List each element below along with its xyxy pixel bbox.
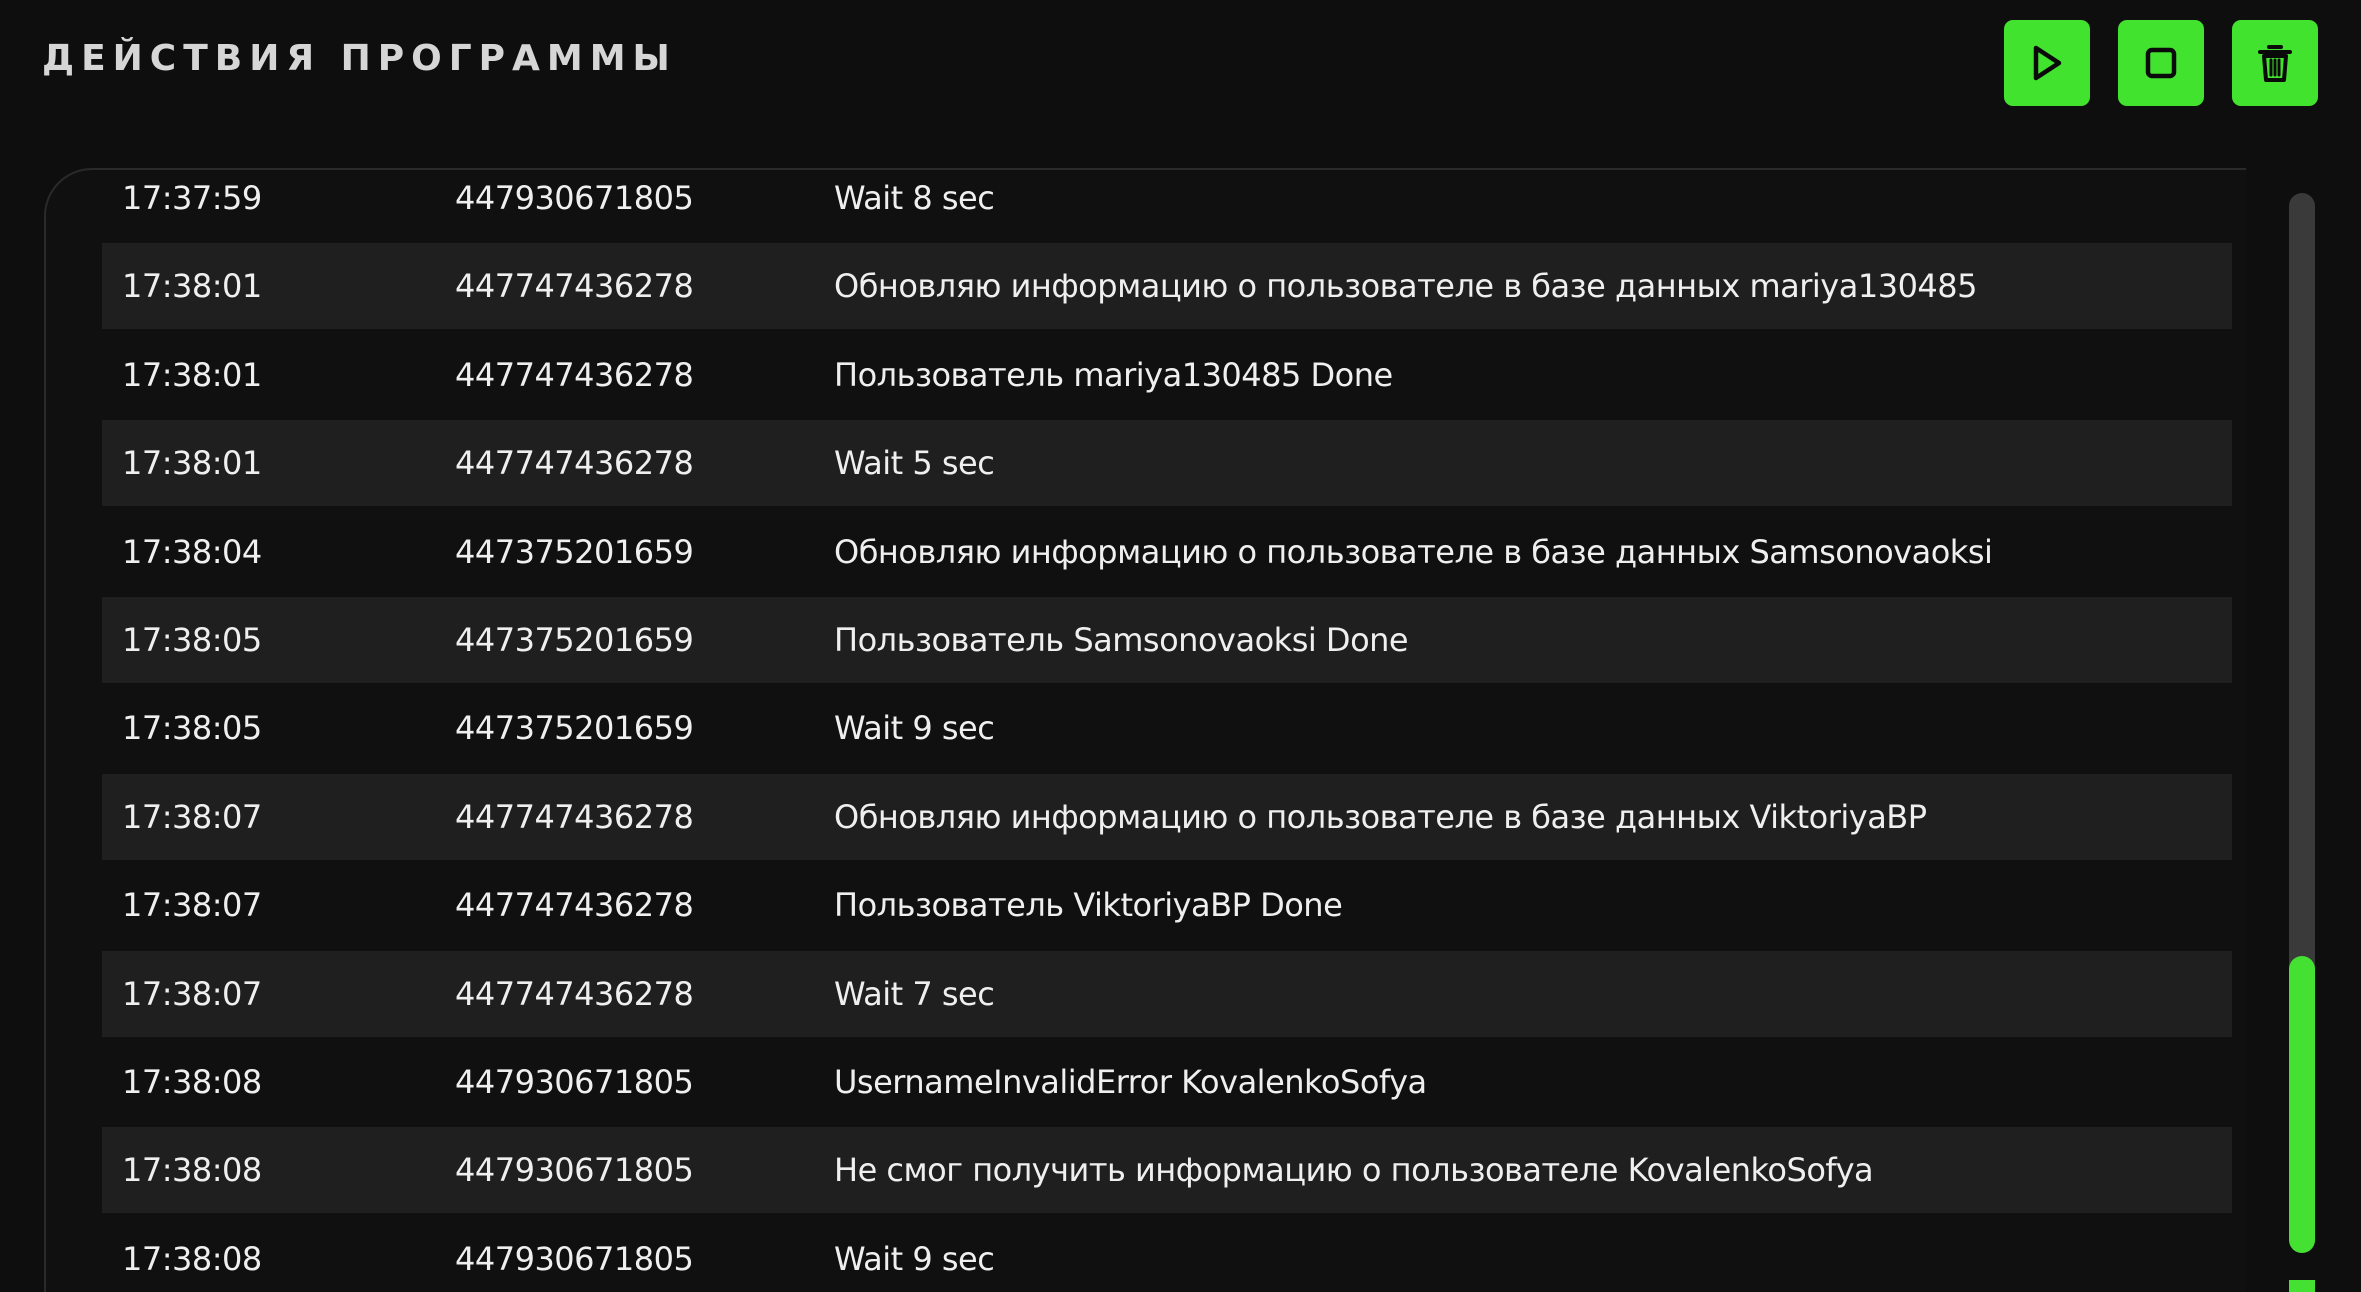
log-message: Wait 5 sec: [834, 444, 995, 483]
log-account-id: 447747436278: [455, 444, 694, 483]
log-message: Не смог получить информацию о пользовате…: [834, 1151, 1874, 1190]
log-time: 17:38:07: [122, 886, 262, 925]
clear-log-button[interactable]: [2232, 20, 2318, 106]
log-message: Wait 8 sec: [834, 179, 995, 217]
log-account-id: 447375201659: [455, 532, 694, 571]
log-message: Обновляю информацию о пользователе в баз…: [834, 267, 1978, 306]
program-actions-page: ДЕЙСТВИЯ ПРОГРАММЫ 17:37:59 447930671805 W…: [0, 0, 2361, 1292]
log-row: 17:38:07 447747436278 Пользователь Viktori…: [102, 862, 2232, 948]
log-row: 17:38:01 447747436278 Wait 5 sec: [102, 420, 2232, 507]
log-message: Wait 9 sec: [834, 709, 995, 748]
log-row: 17:38:08 447930671805 Не смог получить инф…: [102, 1127, 2232, 1214]
page-title: ДЕЙСТВИЯ ПРОГРАММЫ: [42, 38, 677, 79]
log-time: 17:38:01: [122, 267, 262, 306]
log-row: 17:38:05 447375201659 Пользователь Samsono…: [102, 596, 2232, 683]
log-row: 17:38:04 447375201659 Обновляю информацию …: [102, 509, 2232, 595]
log-account-id: 447747436278: [455, 797, 694, 836]
log-time: 17:38:05: [122, 709, 262, 748]
log-time: 17:38:07: [122, 797, 262, 836]
log-time: 17:38:05: [122, 620, 262, 659]
log-account-id: 447375201659: [455, 709, 694, 748]
log-row: 17:38:08 447930671805 UsernameInvalidError…: [102, 1039, 2232, 1125]
log-message: Обновляю информацию о пользователе в баз…: [834, 797, 1927, 836]
log-scrollbar[interactable]: [2289, 193, 2315, 1253]
stop-button[interactable]: [2118, 20, 2204, 106]
log-time: 17:38:08: [122, 1062, 262, 1101]
log-time: 17:38:01: [122, 444, 262, 483]
log-message: Пользователь ViktoriyaBP Done: [834, 886, 1343, 925]
play-icon: [2033, 45, 2062, 81]
log-account-id: 447747436278: [455, 355, 694, 394]
log-account-id: 447930671805: [455, 179, 694, 217]
log-time: 17:38:04: [122, 532, 262, 571]
log-account-id: 447747436278: [455, 886, 694, 925]
log-message: UsernameInvalidError KovalenkoSofya: [834, 1062, 1427, 1101]
log-time: 17:38:07: [122, 974, 262, 1013]
scrollbar-down-indicator[interactable]: [2289, 1280, 2315, 1292]
log-account-id: 447747436278: [455, 267, 694, 306]
log-message: Пользователь mariya130485 Done: [834, 355, 1393, 394]
log-account-id: 447375201659: [455, 620, 694, 659]
log-row: 17:38:08 447930671805 Wait 9 sec: [102, 1216, 2232, 1292]
toolbar: [2004, 20, 2318, 106]
log-row: 17:38:01 447747436278 Пользователь mariya1…: [102, 332, 2232, 418]
log-message: Обновляю информацию о пользователе в баз…: [834, 532, 1993, 571]
log-account-id: 447930671805: [455, 1062, 694, 1101]
log-message: Wait 9 sec: [834, 1239, 995, 1278]
log-list: 17:37:59 447930671805 Wait 8 sec 17:38:01 44…: [102, 155, 2232, 1292]
log-message: Пользователь Samsonovaoksi Done: [834, 620, 1409, 659]
log-time: 17:37:59: [122, 179, 262, 217]
trash-icon: [2258, 45, 2292, 82]
log-row: 17:38:07 447747436278 Wait 7 sec: [102, 950, 2232, 1037]
log-row: 17:38:05 447375201659 Wait 9 sec: [102, 685, 2232, 771]
stop-icon: [2145, 47, 2177, 79]
log-time: 17:38:08: [122, 1151, 262, 1190]
log-account-id: 447747436278: [455, 974, 694, 1013]
scrollbar-thumb[interactable]: [2289, 956, 2315, 1253]
log-account-id: 447930671805: [455, 1151, 694, 1190]
log-time: 17:38:01: [122, 355, 262, 394]
log-row: 17:38:07 447747436278 Обновляю информацию …: [102, 773, 2232, 860]
log-row: 17:38:01 447747436278 Обновляю информацию …: [102, 243, 2232, 330]
log-message: Wait 7 sec: [834, 974, 995, 1013]
log-account-id: 447930671805: [455, 1239, 694, 1278]
log-time: 17:38:08: [122, 1239, 262, 1278]
log-row: 17:37:59 447930671805 Wait 8 sec: [102, 155, 2232, 241]
play-button[interactable]: [2004, 20, 2090, 106]
